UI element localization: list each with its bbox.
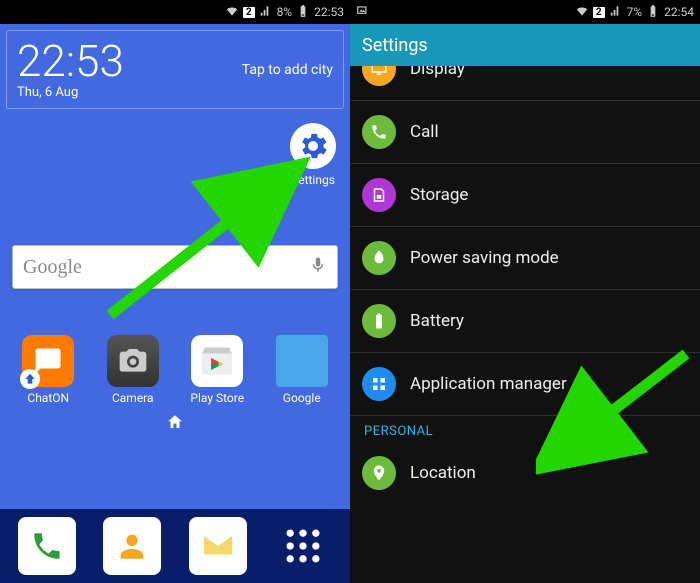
app-label: Google bbox=[283, 391, 321, 405]
battery-icon bbox=[296, 4, 310, 21]
wifi-icon bbox=[225, 4, 239, 21]
screenshot-icon bbox=[356, 4, 370, 21]
app-bar-title: Settings bbox=[362, 35, 428, 56]
battery-icon bbox=[362, 304, 396, 338]
settings-list[interactable]: Display Call Storage Power saving mode B… bbox=[350, 66, 700, 583]
app-label: ChatON bbox=[27, 391, 69, 405]
signal-icon bbox=[609, 4, 623, 21]
settings-row-power-saving[interactable]: Power saving mode bbox=[350, 227, 700, 290]
chaton-icon bbox=[22, 335, 74, 387]
mic-icon[interactable] bbox=[309, 256, 327, 278]
settings-shortcut-label: Settings bbox=[290, 173, 336, 187]
app-play-store[interactable]: Play Store bbox=[179, 335, 255, 405]
settings-row-location[interactable]: Location bbox=[350, 441, 700, 504]
settings-screen: 2 7% 22:54 Settings Display Call Storage… bbox=[350, 0, 700, 583]
apps-grid-icon bbox=[281, 524, 325, 568]
google-folder-icon bbox=[276, 335, 328, 387]
app-google-folder[interactable]: Google bbox=[264, 335, 340, 405]
weather-hint[interactable]: Tap to add city bbox=[242, 39, 333, 100]
settings-section-personal: PERSONAL bbox=[350, 416, 700, 441]
app-manager-icon bbox=[362, 367, 396, 401]
clock-weather-widget[interactable]: 22:53 Thu, 6 Aug Tap to add city bbox=[6, 30, 344, 109]
dock-messages[interactable] bbox=[189, 517, 247, 575]
storage-icon bbox=[362, 178, 396, 212]
google-logo: Google bbox=[23, 256, 82, 279]
app-label: Play Store bbox=[190, 391, 244, 405]
settings-row-display[interactable]: Display bbox=[350, 66, 700, 101]
settings-row-label: Battery bbox=[410, 311, 464, 331]
settings-row-battery[interactable]: Battery bbox=[350, 290, 700, 353]
google-search-bar[interactable]: Google bbox=[12, 245, 338, 289]
settings-row-app-manager[interactable]: Application manager bbox=[350, 353, 700, 416]
settings-row-label: Power saving mode bbox=[410, 248, 559, 268]
wifi-icon bbox=[575, 4, 589, 21]
settings-row-storage[interactable]: Storage bbox=[350, 164, 700, 227]
sim-indicator: 2 bbox=[593, 7, 605, 18]
home-icon bbox=[166, 413, 184, 431]
location-icon bbox=[362, 456, 396, 490]
status-time: 22:54 bbox=[664, 5, 694, 19]
sim-indicator: 2 bbox=[243, 7, 255, 18]
status-bar: 2 7% 22:54 bbox=[350, 0, 700, 24]
settings-row-label: Application manager bbox=[410, 374, 567, 394]
home-screen: 2 8% 22:53 22:53 Thu, 6 Aug Tap to add c… bbox=[0, 0, 350, 583]
settings-row-label: Storage bbox=[410, 185, 468, 205]
battery-pct: 7% bbox=[627, 5, 643, 19]
app-bar: Settings bbox=[350, 24, 700, 66]
settings-row-label: Call bbox=[410, 122, 439, 142]
dock-phone[interactable] bbox=[18, 517, 76, 575]
signal-icon bbox=[259, 4, 273, 21]
battery-icon bbox=[646, 4, 660, 21]
page-indicator[interactable] bbox=[0, 413, 350, 435]
settings-row-label: Display bbox=[410, 66, 465, 79]
app-row: ChatON Camera Play Store bbox=[0, 335, 350, 405]
clock-time: 22:53 bbox=[17, 39, 124, 83]
dock-apps[interactable] bbox=[274, 517, 332, 575]
power-saving-icon bbox=[362, 241, 396, 275]
app-chaton[interactable]: ChatON bbox=[10, 335, 86, 405]
camera-icon bbox=[107, 335, 159, 387]
app-label: Camera bbox=[112, 391, 154, 405]
settings-row-call[interactable]: Call bbox=[350, 101, 700, 164]
settings-row-label: Location bbox=[410, 463, 476, 483]
call-icon bbox=[362, 115, 396, 149]
settings-shortcut[interactable]: Settings bbox=[290, 123, 336, 187]
gear-icon bbox=[290, 123, 336, 169]
dock-contacts[interactable] bbox=[103, 517, 161, 575]
play-store-icon bbox=[191, 335, 243, 387]
clock-date: Thu, 6 Aug bbox=[17, 85, 124, 100]
battery-pct: 8% bbox=[277, 5, 293, 19]
status-bar: 2 8% 22:53 bbox=[0, 0, 350, 24]
display-icon bbox=[362, 66, 396, 86]
dock bbox=[0, 509, 350, 583]
tutorial-arrow-1 bbox=[90, 155, 310, 325]
status-time: 22:53 bbox=[314, 5, 344, 19]
app-camera[interactable]: Camera bbox=[95, 335, 171, 405]
